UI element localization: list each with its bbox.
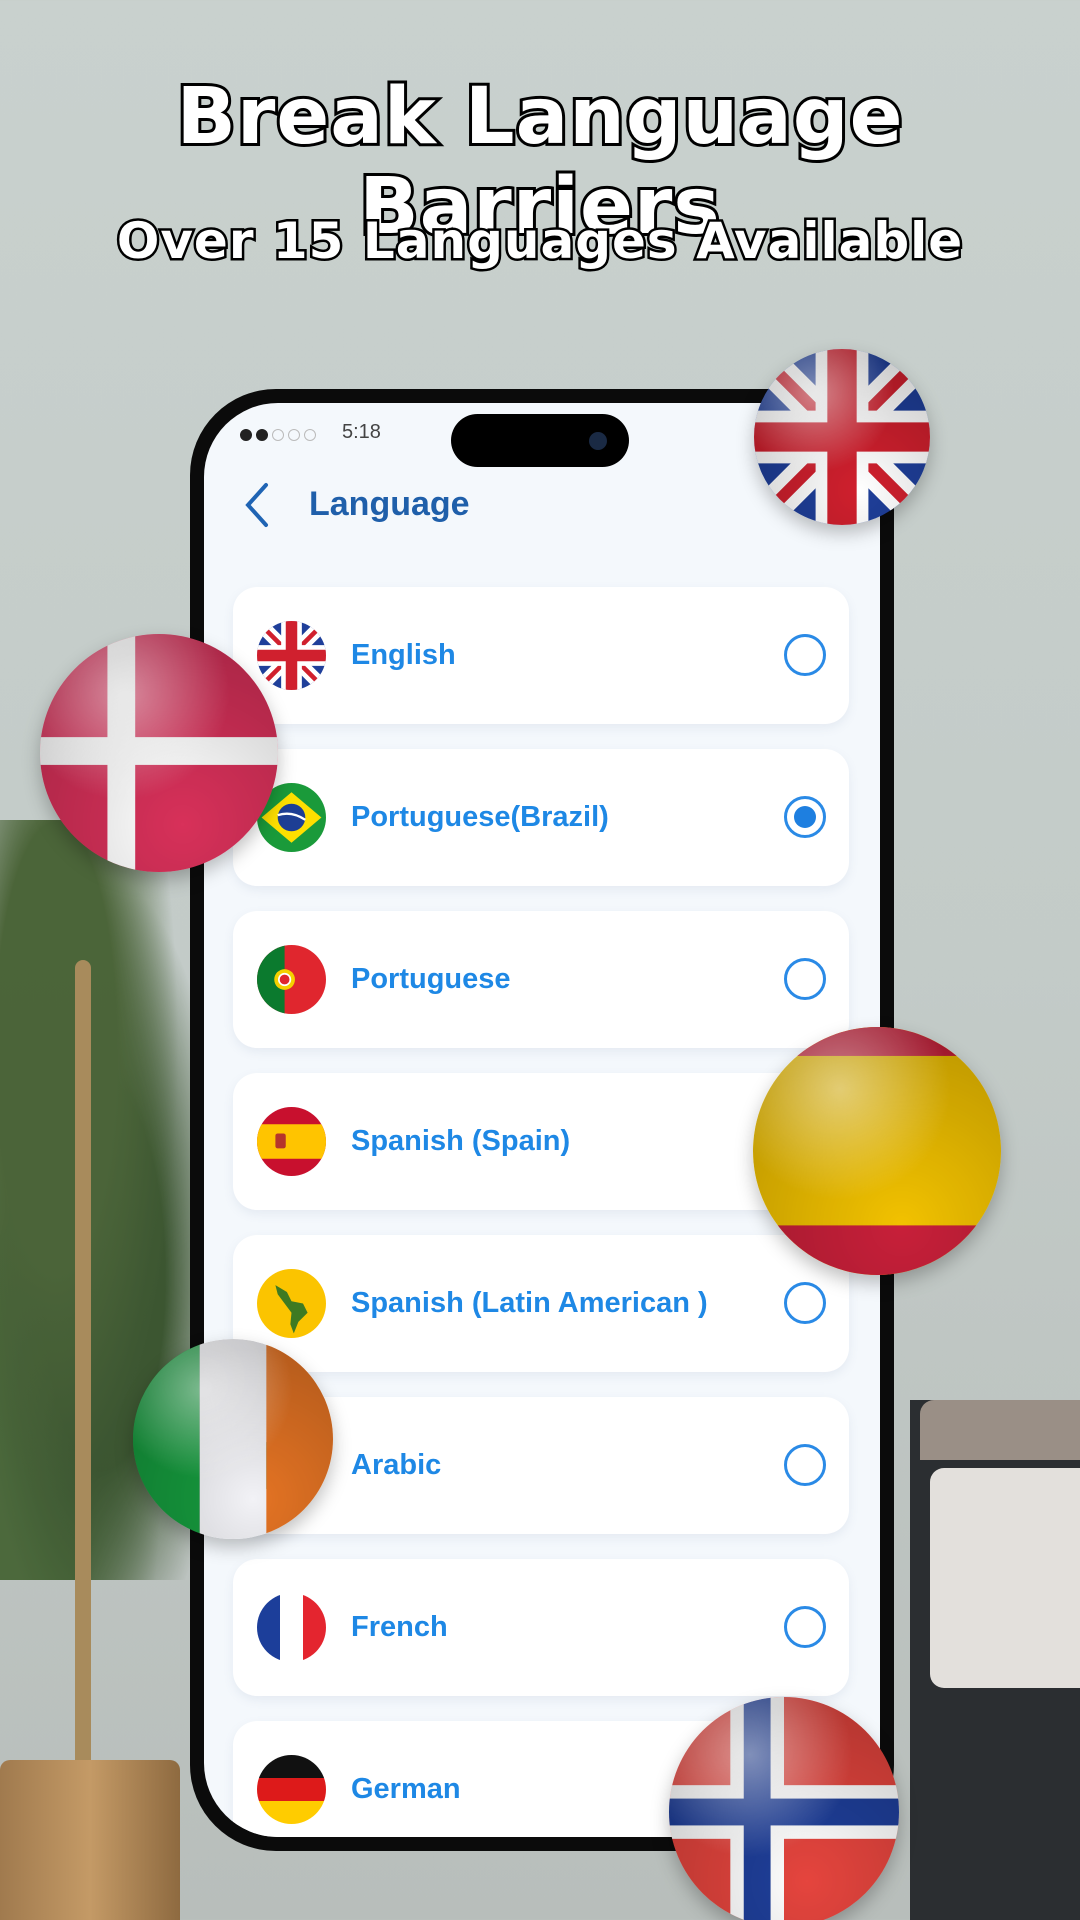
radio-button[interactable]: [784, 1282, 826, 1324]
germany-flag-icon: [257, 1755, 326, 1824]
france-flag-icon: [257, 1593, 326, 1662]
spain-flag-icon: [257, 1107, 326, 1176]
signal-icon: [240, 429, 316, 441]
latin-america-flag-icon: [257, 1269, 326, 1338]
camera-icon: [589, 432, 607, 450]
page-title: Language: [309, 485, 470, 523]
dynamic-island: [451, 414, 629, 467]
subheadline: Over 15 Languages Available: [114, 210, 964, 273]
language-label: Portuguese: [351, 963, 511, 995]
radio-button[interactable]: [784, 634, 826, 676]
plant-pot: [0, 1760, 180, 1920]
language-label: English: [351, 639, 456, 671]
status-time: 5:18: [342, 421, 381, 443]
ireland-flag-icon: [133, 1339, 333, 1539]
language-label: Portuguese(Brazil): [351, 801, 609, 833]
spain-flag-icon: [753, 1027, 1001, 1275]
radio-button[interactable]: [784, 1606, 826, 1648]
denmark-flag-icon: [40, 634, 278, 872]
language-label: Arabic: [351, 1449, 442, 1481]
language-option-portugal[interactable]: Portuguese: [233, 911, 849, 1048]
language-option-uk[interactable]: English: [233, 587, 849, 724]
language-label: Spanish (Latin American ): [351, 1287, 708, 1319]
uk-flag-icon: [257, 621, 326, 690]
radio-button[interactable]: [784, 958, 826, 1000]
sofa-pillow: [930, 1468, 1080, 1688]
language-label: Spanish (Spain): [351, 1125, 571, 1157]
sofa-cushion: [920, 1400, 1080, 1460]
uk-flag-icon: [754, 349, 930, 525]
portugal-flag-icon: [257, 945, 326, 1014]
chevron-left-icon[interactable]: [242, 481, 282, 531]
language-option-latin-america[interactable]: Spanish (Latin American ): [233, 1235, 849, 1372]
radio-button[interactable]: [784, 796, 826, 838]
plant-trunk: [75, 960, 91, 1780]
radio-button[interactable]: [784, 1444, 826, 1486]
language-option-brazil[interactable]: Portuguese(Brazil): [233, 749, 849, 886]
language-label: French: [351, 1611, 448, 1643]
language-label: German: [351, 1773, 461, 1805]
norway-flag-icon: [669, 1697, 899, 1920]
language-option-france[interactable]: French: [233, 1559, 849, 1696]
